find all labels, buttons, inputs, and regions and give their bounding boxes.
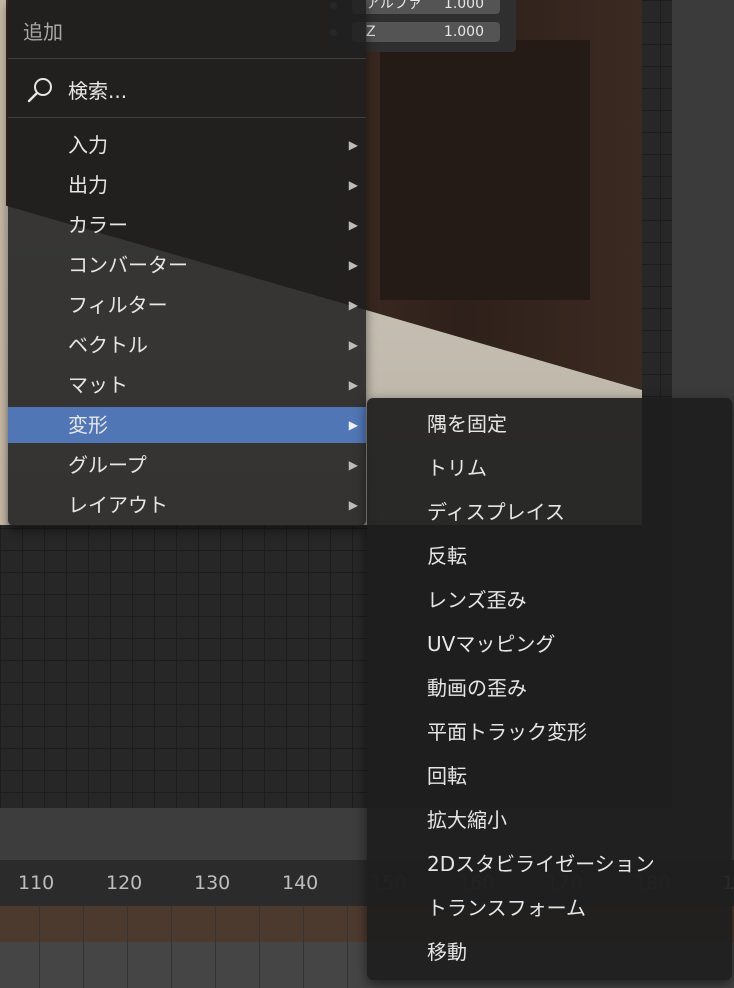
timeline-gridline (171, 906, 172, 988)
timeline-tick: 130 (194, 872, 231, 894)
menu-title: 追加 (23, 20, 63, 44)
submenu-item-flip[interactable]: 反転 (367, 536, 732, 576)
submenu-arrow-icon: ▶ (348, 218, 358, 232)
alpha-field-label: アルファ (366, 0, 422, 12)
submenu-arrow-icon: ▶ (348, 178, 358, 192)
submenu-arrow-icon: ▶ (348, 498, 358, 512)
timeline-gridline (259, 906, 260, 988)
alpha-field[interactable]: アルファ 1.000 (352, 0, 500, 14)
menu-item-converter[interactable]: コンバーター ▶ (8, 247, 366, 283)
submenu-item-label: UVマッピング (427, 632, 556, 656)
submenu-arrow-icon: ▶ (348, 258, 358, 272)
z-field[interactable]: Z 1.000 (352, 22, 500, 42)
timeline-tick: 120 (106, 872, 143, 894)
distort-submenu: 隅を固定 トリム ディスプレイス 反転 レンズ歪み UVマッピング 動画の歪み … (367, 398, 732, 980)
menu-item-input[interactable]: 入力 ▶ (8, 127, 366, 163)
submenu-arrow-icon: ▶ (348, 418, 358, 432)
submenu-item-scale[interactable]: 拡大縮小 (367, 800, 732, 840)
alpha-field-value: 1.000 (443, 0, 484, 12)
submenu-item-label: 移動 (427, 940, 467, 964)
menu-item-vector[interactable]: ベクトル ▶ (8, 327, 366, 363)
submenu-item-crop[interactable]: トリム (367, 448, 732, 488)
search-item[interactable]: 検索... (8, 68, 366, 108)
submenu-item-movie-distortion[interactable]: 動画の歪み (367, 668, 732, 708)
submenu-item-label: 回転 (427, 764, 467, 788)
submenu-arrow-icon: ▶ (348, 138, 358, 152)
menu-item-label: マット (68, 373, 128, 397)
menu-item-color[interactable]: カラー ▶ (8, 207, 366, 243)
search-label: 検索... (68, 79, 128, 103)
submenu-arrow-icon: ▶ (348, 458, 358, 472)
submenu-item-map-uv[interactable]: UVマッピング (367, 624, 732, 664)
submenu-item-stabilize-2d[interactable]: 2Dスタビライゼーション (367, 844, 732, 884)
submenu-arrow-icon: ▶ (348, 378, 358, 392)
submenu-item-label: 隅を固定 (427, 412, 507, 436)
timeline-gridline (215, 906, 216, 988)
submenu-arrow-icon: ▶ (348, 338, 358, 352)
submenu-item-label: トリム (427, 456, 487, 480)
timeline-tick: 110 (18, 872, 55, 894)
backdrop-edge (0, 0, 6, 525)
submenu-item-corner-pin[interactable]: 隅を固定 (367, 404, 732, 444)
menu-separator (8, 58, 366, 59)
timeline-gridline (303, 906, 304, 988)
search-icon (27, 78, 52, 103)
menu-separator (8, 117, 366, 118)
menu-item-label: フィルター (68, 293, 168, 317)
submenu-item-label: 平面トラック変形 (427, 720, 587, 744)
submenu-item-label: ディスプレイス (427, 500, 565, 524)
menu-item-group[interactable]: グループ ▶ (8, 447, 366, 483)
submenu-item-translate[interactable]: 移動 (367, 932, 732, 972)
submenu-item-transform[interactable]: トランスフォーム (367, 888, 732, 928)
menu-item-layout[interactable]: レイアウト ▶ (8, 487, 366, 523)
menu-item-distort[interactable]: 変形 ▶ (8, 407, 366, 443)
menu-item-label: グループ (68, 453, 147, 477)
menu-item-label: カラー (68, 213, 128, 237)
menu-item-label: 出力 (68, 173, 108, 197)
menu-item-label: レイアウト (68, 493, 168, 517)
timeline-gridline (83, 906, 84, 988)
submenu-item-label: トランスフォーム (427, 896, 586, 920)
submenu-item-label: 反転 (427, 544, 467, 568)
timeline-tick: 140 (282, 872, 319, 894)
menu-item-label: 入力 (68, 133, 108, 157)
timeline-gridline (39, 906, 40, 988)
submenu-item-lens-distortion[interactable]: レンズ歪み (367, 580, 732, 620)
submenu-item-label: 動画の歪み (427, 676, 527, 700)
timeline-gridline (127, 906, 128, 988)
submenu-item-displace[interactable]: ディスプレイス (367, 492, 732, 532)
menu-item-output[interactable]: 出力 ▶ (8, 167, 366, 203)
timeline-gridline (347, 906, 348, 988)
menu-item-label: 変形 (68, 413, 108, 437)
backdrop-screen (380, 40, 590, 300)
submenu-item-rotate[interactable]: 回転 (367, 756, 732, 796)
add-menu: 追加 検索... 入力 ▶ 出力 ▶ カラー ▶ コンバーター ▶ フィルター … (8, 0, 366, 526)
submenu-arrow-icon: ▶ (348, 298, 358, 312)
menu-item-matte[interactable]: マット ▶ (8, 367, 366, 403)
submenu-item-label: 2Dスタビライゼーション (427, 852, 655, 876)
submenu-item-plane-track-deform[interactable]: 平面トラック変形 (367, 712, 732, 752)
submenu-item-label: レンズ歪み (427, 588, 527, 612)
z-field-value: 1.000 (443, 24, 484, 40)
submenu-item-label: 拡大縮小 (427, 808, 507, 832)
menu-item-filter[interactable]: フィルター ▶ (8, 287, 366, 323)
menu-item-label: コンバーター (68, 253, 188, 277)
z-field-label: Z (366, 24, 376, 40)
menu-item-label: ベクトル (68, 333, 148, 357)
